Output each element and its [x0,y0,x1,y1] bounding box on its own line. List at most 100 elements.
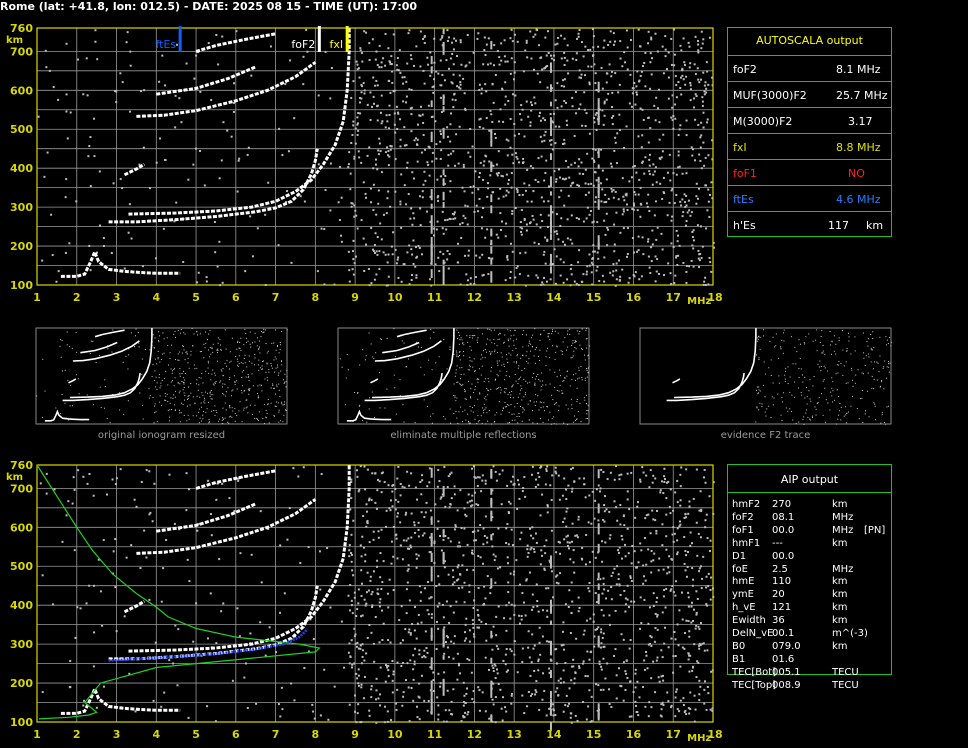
noise-dot [565,488,568,491]
thumb-noise [232,389,234,391]
thumb-noise [469,422,471,424]
noise-dot [696,224,699,227]
thumb-noise [838,414,840,416]
noise-dot [593,517,596,520]
thumb-noise [243,369,245,371]
noise-dot [65,178,68,181]
noise-dot [537,610,540,613]
thumb-noise [128,354,130,356]
thumb-noise [212,351,214,353]
noise-dot [68,686,71,689]
noise-dot [375,698,378,701]
noise-dot [347,250,350,253]
noise-dot [536,600,539,603]
noise-dot [656,596,659,599]
noise-dot [712,481,715,484]
thumb-noise [525,380,527,382]
noise-dot [610,106,613,109]
thumb-noise [59,345,61,347]
noise-dot [534,532,537,535]
thumb-noise [187,396,189,398]
thumb-noise [585,394,587,396]
noise-dot [352,574,355,577]
thumb-noise [512,397,514,399]
thumb-noise [519,389,521,391]
thumb-noise [785,367,787,369]
thumb-noise [201,406,203,408]
thumb-noise [177,330,179,332]
thumb-noise [548,419,550,421]
noise-dot [369,91,372,94]
noise-dot [293,699,296,702]
noise-dot [501,88,504,91]
noise-dot [602,688,605,691]
noise-dot [632,251,635,254]
noise-dot [585,273,588,276]
thumb-noise [222,418,224,420]
noise-dot [688,45,691,48]
noise-dot [195,602,198,605]
noise-dot [464,623,467,626]
noise-dot [566,44,569,47]
thumb-noise [862,422,864,424]
noise-dot [509,72,512,75]
thumb-noise [771,396,773,398]
noise-dot [360,51,363,54]
thumb-noise [272,384,274,386]
noise-dot [580,161,583,164]
noise-dot [449,140,452,143]
noise-dot [671,119,674,122]
thumb-noise [777,393,779,395]
noise-dot [473,210,476,213]
thumb-noise [581,379,583,381]
noise-dot [578,172,581,175]
noise-dot [699,146,702,149]
thumb-noise [510,335,512,337]
thumb-noise [109,421,111,423]
noise-dot [455,600,458,603]
thumb-noise [184,359,186,361]
noise-dot [368,284,371,287]
thumb-noise [514,374,516,376]
thumb-noise [430,328,432,330]
noise-dot [476,484,479,487]
noise-dot [530,534,533,537]
noise-dot [515,266,518,269]
noise-dot [562,261,565,264]
thumb-noise [472,411,474,413]
noise-dot [635,93,638,96]
noise-dot [452,150,455,153]
noise-dot [578,665,581,668]
noise-dot [82,475,85,478]
thumb-noise [534,384,536,386]
noise-dot [507,139,510,142]
noise-dot [393,89,396,92]
noise-dot [571,600,574,603]
noise-dot [603,510,606,513]
noise-streak [490,258,493,265]
thumb-noise [450,422,452,424]
noise-dot [527,551,530,554]
noise-dot [546,504,549,507]
thumb-noise [549,357,551,359]
noise-dot [478,89,481,92]
noise-dot [674,638,677,641]
noise-dot [679,86,682,89]
noise-dot [691,567,694,570]
noise-dot [426,485,429,488]
noise-dot [638,80,641,83]
noise-dot [434,120,437,123]
noise-dot [566,59,569,62]
noise-dot [215,498,218,501]
noise-dot [676,479,679,482]
thumb-noise [446,368,448,370]
noise-dot [710,670,713,673]
noise-dot [364,560,367,563]
noise-dot [210,534,213,537]
thumb-noise [585,329,587,331]
noise-dot [406,470,409,473]
thumb-noise [483,403,485,405]
noise-dot [397,276,400,279]
noise-dot [623,51,626,54]
noise-dot [417,554,420,557]
